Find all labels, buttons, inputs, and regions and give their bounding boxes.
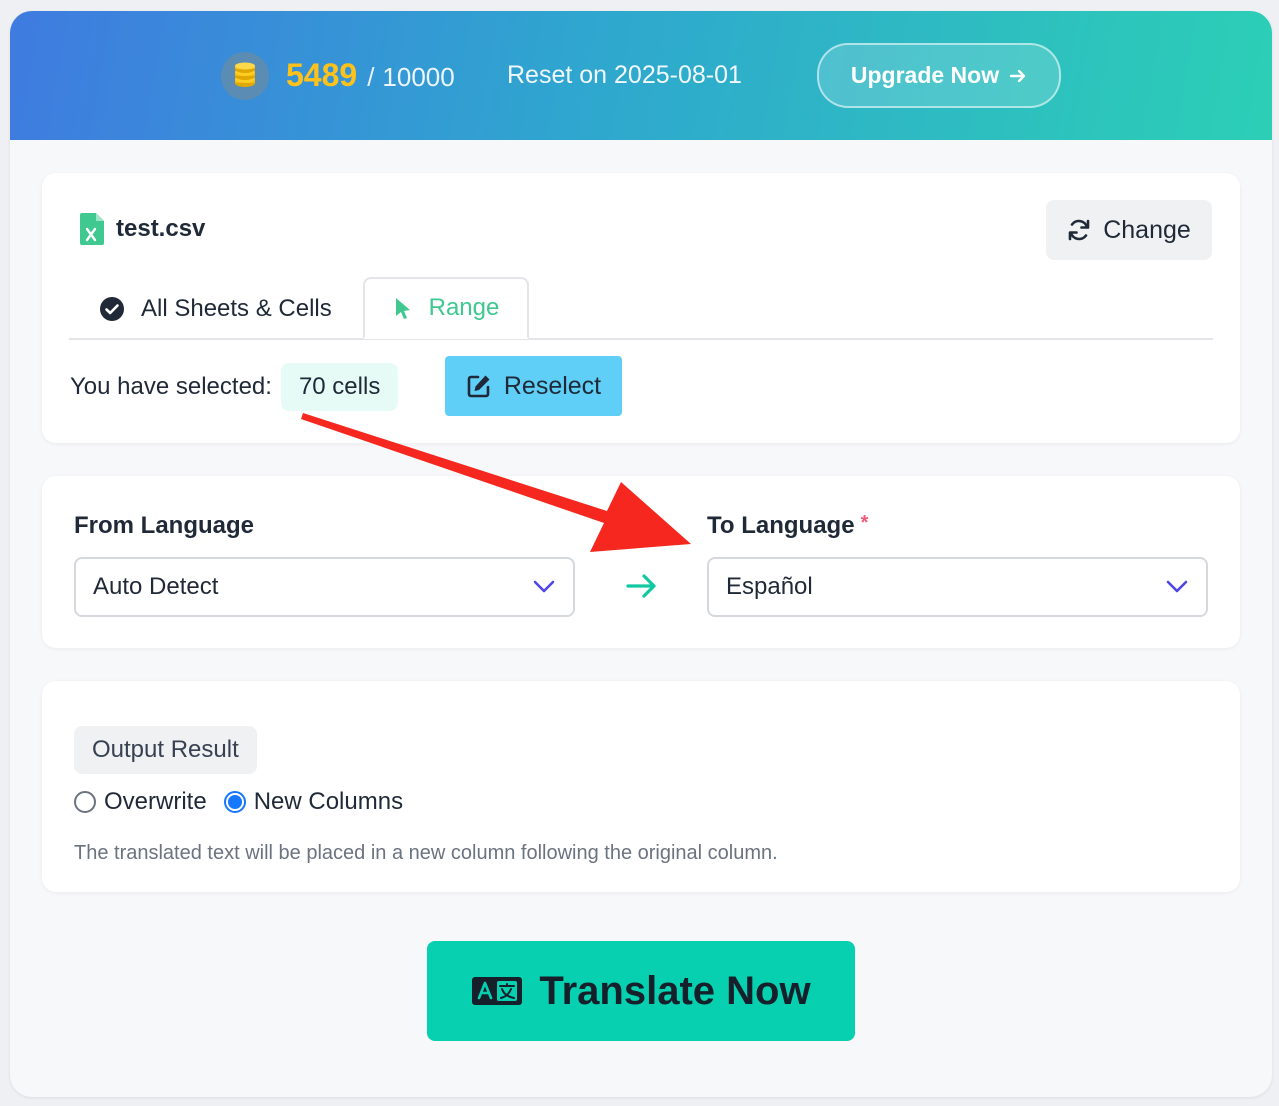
to-language-text: To Language (707, 512, 855, 539)
check-circle-icon (100, 297, 124, 321)
arrow-right-icon (1009, 69, 1026, 82)
new-columns-label: New Columns (253, 788, 404, 815)
change-file-button[interactable]: Change (1046, 200, 1212, 260)
credits-total: 10000 (382, 62, 455, 92)
output-mode-options: Overwrite New Columns (74, 788, 420, 816)
new-columns-radio[interactable] (223, 791, 246, 813)
to-language-select[interactable]: Español (707, 557, 1208, 617)
output-hint: The translated text will be placed in a … (74, 842, 778, 864)
credits-separator: / (367, 62, 375, 92)
file-info: test.csv (80, 213, 205, 245)
credits-used: 5489 (286, 57, 358, 93)
refresh-icon (1068, 219, 1090, 241)
overwrite-radio[interactable] (74, 791, 96, 813)
coins-icon (221, 52, 269, 100)
tab-all-sheets[interactable]: All Sheets & Cells (99, 289, 332, 329)
upgrade-button[interactable]: Upgrade Now (817, 43, 1061, 108)
selection-summary: You have selected: 70 cells (70, 363, 399, 411)
to-language-value: Español (726, 573, 813, 600)
overwrite-option[interactable]: Overwrite (74, 788, 207, 816)
cursor-pointer-icon (395, 298, 410, 319)
tab-range-label: Range (428, 294, 500, 321)
from-language-label: From Language (74, 512, 254, 540)
edit-icon (467, 375, 490, 398)
reset-date: Reset on 2025-08-01 (507, 61, 742, 89)
translator-panel: 5489 / 10000 Reset on 2025-08-01 Upgrade… (10, 11, 1272, 1097)
excel-file-icon (80, 213, 104, 245)
output-card: Output Result Overwrite New Columns The … (42, 681, 1240, 892)
output-result-label: Output Result (74, 726, 257, 774)
file-name: test.csv (116, 215, 206, 242)
tabs-divider (69, 338, 1213, 340)
translate-icon (472, 977, 523, 1005)
change-label: Change (1103, 215, 1191, 244)
tab-range[interactable]: Range (363, 277, 529, 339)
from-language-select[interactable]: Auto Detect (74, 557, 575, 617)
selection-label: You have selected: (70, 373, 272, 400)
tab-all-label: All Sheets & Cells (141, 295, 332, 322)
to-language-label: To Language * (707, 512, 868, 540)
file-card: test.csv Change All Sheets & Cells Range (42, 173, 1240, 443)
reselect-button[interactable]: Reselect (445, 356, 622, 416)
reselect-label: Reselect (503, 371, 602, 400)
required-mark: * (860, 512, 869, 534)
credits-header: 5489 / 10000 Reset on 2025-08-01 Upgrade… (10, 11, 1272, 140)
translate-now-button[interactable]: Translate Now (427, 941, 855, 1041)
cells-count-badge: 70 cells (280, 363, 399, 411)
overwrite-label: Overwrite (104, 788, 207, 815)
language-card: From Language Auto Detect To Language * E… (42, 476, 1240, 648)
from-language-value: Auto Detect (93, 573, 219, 600)
chevron-down-icon (1166, 580, 1188, 593)
new-columns-option[interactable]: New Columns (223, 788, 404, 816)
from-language-text: From Language (74, 512, 255, 539)
arrow-right-icon (626, 574, 656, 598)
translate-now-label: Translate Now (539, 968, 811, 1013)
credits-counter: 5489 / 10000 (286, 57, 455, 97)
chevron-down-icon (533, 580, 555, 593)
upgrade-label: Upgrade Now (850, 62, 1000, 88)
